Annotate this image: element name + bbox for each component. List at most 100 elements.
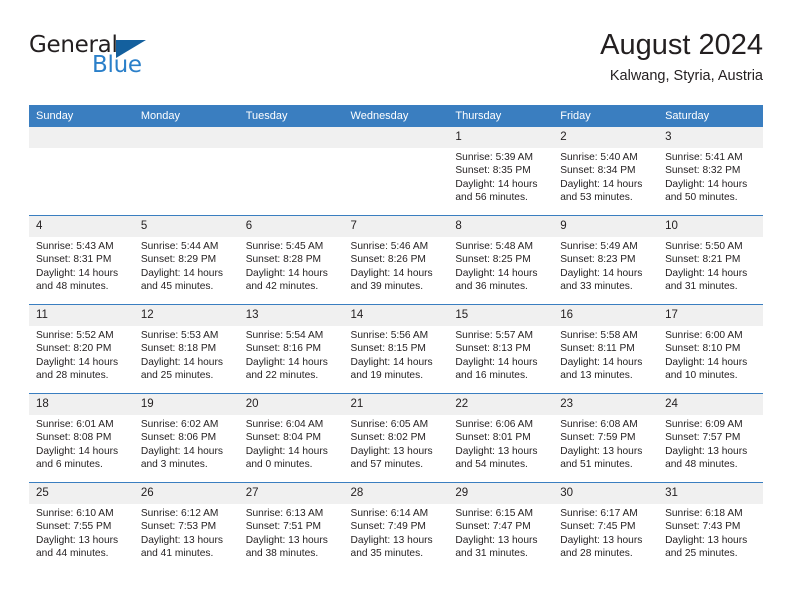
daylight-text-line2: and 38 minutes. <box>245 547 319 559</box>
day-cell[interactable]: 17 Sunrise: 6:00 AM Sunset: 8:10 PM Dayligh… <box>658 304 763 394</box>
day-cell[interactable]: 28 Sunrise: 6:14 AM Sunset: 7:49 PM Dayligh… <box>343 482 449 571</box>
day-cell[interactable]: 11 Sunrise: 5:52 AM Sunset: 8:20 PM Dayligh… <box>29 304 134 394</box>
day-number: 29 <box>448 483 554 504</box>
day-cell[interactable]: 20 Sunrise: 6:04 AM Sunset: 8:04 PM Dayligh… <box>238 393 344 483</box>
day-cell[interactable]: 13 Sunrise: 5:54 AM Sunset: 8:16 PM Dayligh… <box>238 304 344 394</box>
daylight-text-line1: Daylight: 14 hours <box>455 178 538 190</box>
day-number: 1 <box>448 127 554 148</box>
weekday-header-tuesday: Tuesday <box>238 105 344 127</box>
sunset-text: Sunset: 8:23 PM <box>560 254 636 266</box>
day-number: 15 <box>448 305 554 326</box>
daylight-text-line1: Daylight: 14 hours <box>560 178 643 190</box>
sunrise-text: Sunrise: 6:09 AM <box>665 419 743 430</box>
day-cell[interactable]: 9 Sunrise: 5:49 AM Sunset: 8:23 PM Daylight… <box>553 215 659 305</box>
day-number: 26 <box>133 483 239 504</box>
calendar-table: Sunday Monday Tuesday Wednesday Thursday… <box>29 105 763 571</box>
sunset-text: Sunset: 8:15 PM <box>350 343 426 355</box>
day-number: 9 <box>553 216 659 237</box>
day-cell[interactable]: 1 Sunrise: 5:39 AM Sunset: 8:35 PM Daylight… <box>448 127 554 216</box>
day-cell-empty <box>29 127 134 216</box>
sunrise-text: Sunrise: 6:15 AM <box>455 508 533 519</box>
day-number: 10 <box>658 216 763 237</box>
brand-name-blue: Blue <box>92 52 142 78</box>
weekday-header-friday: Friday <box>553 105 659 127</box>
day-cell[interactable]: 3 Sunrise: 5:41 AM Sunset: 8:32 PM Daylight… <box>658 127 763 216</box>
daylight-text-line2: and 28 minutes. <box>36 369 109 381</box>
day-number: 22 <box>448 394 554 415</box>
sunrise-text: Sunrise: 5:48 AM <box>455 241 533 252</box>
day-cell[interactable]: 25 Sunrise: 6:10 AM Sunset: 7:55 PM Dayligh… <box>29 482 134 571</box>
day-number: 31 <box>658 483 763 504</box>
calendar-week-row: 11 Sunrise: 5:52 AM Sunset: 8:20 PM Dayligh… <box>29 304 763 394</box>
sunset-text: Sunset: 8:13 PM <box>455 343 531 355</box>
daylight-text-line2: and 50 minutes. <box>665 191 738 203</box>
day-cell[interactable]: 22 Sunrise: 6:06 AM Sunset: 8:01 PM Dayligh… <box>448 393 554 483</box>
brand-logo[interactable]: General Blue <box>29 32 189 90</box>
day-details: Sunrise: 6:10 AM Sunset: 7:55 PM Daylight:… <box>29 504 134 560</box>
day-details: Sunrise: 6:00 AM Sunset: 8:10 PM Daylight:… <box>658 326 763 382</box>
daylight-text-line1: Daylight: 14 hours <box>245 356 328 368</box>
daylight-text-line1: Daylight: 14 hours <box>245 445 328 457</box>
weekday-header-monday: Monday <box>133 105 239 127</box>
day-cell[interactable]: 15 Sunrise: 5:57 AM Sunset: 8:13 PM Dayligh… <box>448 304 554 394</box>
day-cell[interactable]: 23 Sunrise: 6:08 AM Sunset: 7:59 PM Dayligh… <box>553 393 659 483</box>
day-cell[interactable]: 21 Sunrise: 6:05 AM Sunset: 8:02 PM Dayligh… <box>343 393 449 483</box>
sunset-text: Sunset: 8:18 PM <box>140 343 217 355</box>
daylight-text-line1: Daylight: 13 hours <box>560 534 643 546</box>
day-cell[interactable]: 18 Sunrise: 6:01 AM Sunset: 8:08 PM Dayligh… <box>29 393 134 483</box>
sunrise-text: Sunrise: 5:43 AM <box>36 241 114 252</box>
day-number: 17 <box>658 305 763 326</box>
daylight-text-line2: and 53 minutes. <box>560 191 633 203</box>
daylight-text-line2: and 13 minutes. <box>560 369 633 381</box>
daylight-text-line1: Daylight: 13 hours <box>560 445 643 457</box>
day-details: Sunrise: 5:49 AM Sunset: 8:23 PM Daylight:… <box>553 237 658 293</box>
day-details: Sunrise: 6:02 AM Sunset: 8:06 PM Daylight:… <box>134 415 239 471</box>
day-cell[interactable]: 14 Sunrise: 5:56 AM Sunset: 8:15 PM Dayligh… <box>343 304 449 394</box>
day-details: Sunrise: 5:46 AM Sunset: 8:26 PM Daylight:… <box>344 237 449 293</box>
day-cell[interactable]: 27 Sunrise: 6:13 AM Sunset: 7:51 PM Dayligh… <box>238 482 344 571</box>
sunrise-text: Sunrise: 6:00 AM <box>665 330 743 341</box>
day-cell[interactable]: 24 Sunrise: 6:09 AM Sunset: 7:57 PM Dayligh… <box>658 393 763 483</box>
sunrise-text: Sunrise: 5:49 AM <box>560 241 638 252</box>
day-number: 11 <box>29 305 134 326</box>
sunset-text: Sunset: 8:11 PM <box>560 343 635 355</box>
daylight-text-line2: and 51 minutes. <box>560 458 633 470</box>
sunset-text: Sunset: 7:45 PM <box>560 521 636 533</box>
day-cell[interactable]: 19 Sunrise: 6:02 AM Sunset: 8:06 PM Dayligh… <box>133 393 239 483</box>
daylight-text-line1: Daylight: 14 hours <box>665 178 748 190</box>
sunrise-text: Sunrise: 5:52 AM <box>36 330 114 341</box>
day-cell[interactable]: 2 Sunrise: 5:40 AM Sunset: 8:34 PM Daylight… <box>553 127 659 216</box>
day-cell[interactable]: 4 Sunrise: 5:43 AM Sunset: 8:31 PM Daylight… <box>29 215 134 305</box>
day-cell[interactable]: 12 Sunrise: 5:53 AM Sunset: 8:18 PM Dayligh… <box>133 304 239 394</box>
sunset-text: Sunset: 8:32 PM <box>665 165 741 177</box>
sunset-text: Sunset: 7:49 PM <box>350 521 426 533</box>
day-details: Sunrise: 6:18 AM Sunset: 7:43 PM Daylight:… <box>658 504 763 560</box>
sunrise-text: Sunrise: 5:54 AM <box>245 330 324 341</box>
day-details: Sunrise: 6:15 AM Sunset: 7:47 PM Daylight:… <box>448 504 553 560</box>
day-cell[interactable]: 26 Sunrise: 6:12 AM Sunset: 7:53 PM Dayligh… <box>133 482 239 571</box>
day-cell[interactable]: 6 Sunrise: 5:45 AM Sunset: 8:28 PM Daylight… <box>238 215 344 305</box>
day-details: Sunrise: 5:43 AM Sunset: 8:31 PM Daylight:… <box>29 237 134 293</box>
weekday-header-thursday: Thursday <box>448 105 554 127</box>
daylight-text-line1: Daylight: 14 hours <box>36 445 119 457</box>
day-cell[interactable]: 10 Sunrise: 5:50 AM Sunset: 8:21 PM Dayligh… <box>658 215 763 305</box>
sunset-text: Sunset: 8:02 PM <box>350 432 426 444</box>
day-cell[interactable]: 16 Sunrise: 5:58 AM Sunset: 8:11 PM Dayligh… <box>553 304 659 394</box>
day-details: Sunrise: 5:41 AM Sunset: 8:32 PM Daylight:… <box>658 148 763 204</box>
daylight-text-line2: and 42 minutes. <box>245 280 319 292</box>
daylight-text-line2: and 25 minutes. <box>665 547 738 559</box>
day-cell[interactable]: 8 Sunrise: 5:48 AM Sunset: 8:25 PM Daylight… <box>448 215 554 305</box>
day-cell[interactable]: 29 Sunrise: 6:15 AM Sunset: 7:47 PM Dayligh… <box>448 482 554 571</box>
day-details: Sunrise: 5:53 AM Sunset: 8:18 PM Daylight:… <box>134 326 239 382</box>
sunrise-text: Sunrise: 6:14 AM <box>350 508 429 519</box>
day-cell[interactable]: 31 Sunrise: 6:18 AM Sunset: 7:43 PM Dayligh… <box>658 482 763 571</box>
sunrise-text: Sunrise: 6:12 AM <box>140 508 219 519</box>
day-details: Sunrise: 5:58 AM Sunset: 8:11 PM Daylight:… <box>553 326 658 382</box>
day-number: 21 <box>343 394 449 415</box>
day-number: 2 <box>553 127 659 148</box>
sunrise-text: Sunrise: 5:46 AM <box>350 241 429 252</box>
day-cell[interactable]: 7 Sunrise: 5:46 AM Sunset: 8:26 PM Daylight… <box>343 215 449 305</box>
day-cell[interactable]: 30 Sunrise: 6:17 AM Sunset: 7:45 PM Dayligh… <box>553 482 659 571</box>
daylight-text-line2: and 33 minutes. <box>560 280 633 292</box>
day-cell[interactable]: 5 Sunrise: 5:44 AM Sunset: 8:29 PM Daylight… <box>133 215 239 305</box>
